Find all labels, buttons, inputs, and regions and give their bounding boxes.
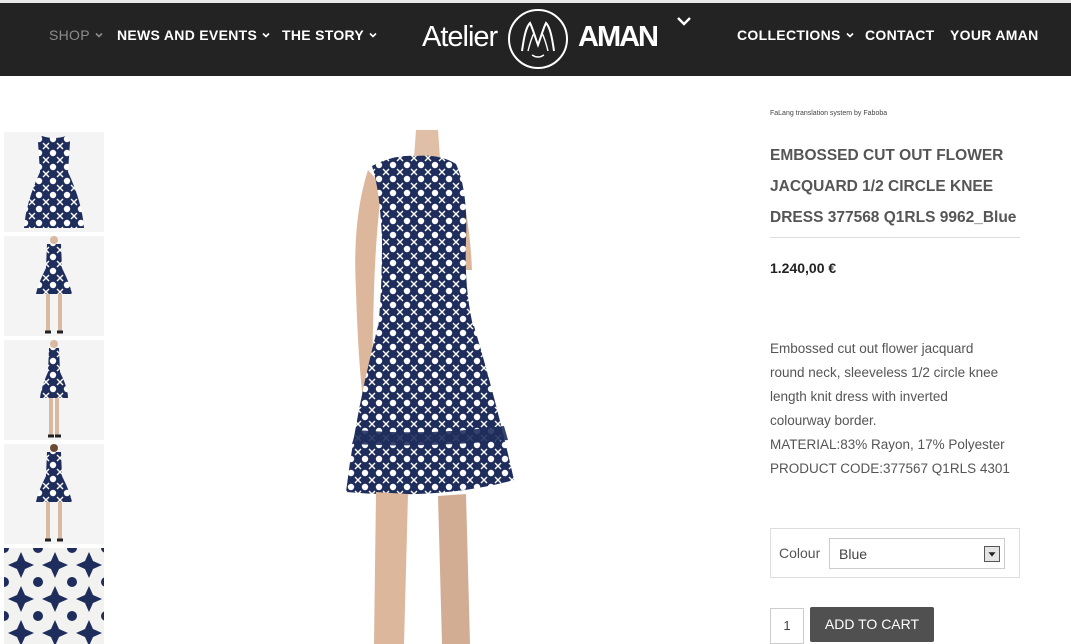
product-description: Embossed cut out flower jacquard round n… bbox=[770, 337, 1030, 481]
nav-contact[interactable]: CONTACT bbox=[865, 27, 935, 43]
chevron-down-icon bbox=[846, 32, 854, 38]
translation-credit[interactable]: FaLang translation system by Faboba bbox=[770, 110, 887, 117]
description-line: colourway border. bbox=[770, 413, 877, 428]
description-line: PRODUCT CODE:377567 Q1RLS 4301 bbox=[770, 461, 1010, 476]
nav-shop-label: SHOP bbox=[49, 27, 90, 43]
quantity-input[interactable]: 1 bbox=[770, 608, 804, 644]
logo-monogram-icon bbox=[508, 9, 568, 69]
product-thumbnail[interactable] bbox=[4, 132, 104, 232]
dress-thumbnail-image bbox=[24, 136, 84, 228]
product-title-line: DRESS 377568 Q1RLS 9962_Blue bbox=[770, 209, 1017, 226]
nav-story-label: THE STORY bbox=[282, 27, 365, 43]
product-title-line: EMBOSSED CUT OUT FLOWER bbox=[770, 147, 1004, 164]
nav-collections[interactable]: COLLECTIONS bbox=[737, 27, 855, 43]
dropdown-arrow-icon[interactable] bbox=[984, 546, 1000, 562]
site-logo[interactable]: Atelier AMAN bbox=[422, 7, 662, 73]
colour-option-box: Colour Blue bbox=[770, 528, 1020, 578]
logo-text-left: Atelier bbox=[422, 21, 498, 53]
model-back-thumbnail-image bbox=[36, 444, 72, 542]
add-to-cart-button[interactable]: ADD TO CART bbox=[810, 607, 934, 642]
chevron-down-icon bbox=[262, 32, 270, 38]
nav-news-and-events[interactable]: NEWS AND EVENTS bbox=[117, 27, 271, 43]
model-side-thumbnail-image bbox=[40, 340, 68, 438]
nav-shop[interactable]: SHOP bbox=[49, 27, 104, 43]
quantity-value: 1 bbox=[783, 618, 791, 633]
product-main-image[interactable] bbox=[120, 130, 740, 644]
description-line: length knit dress with inverted bbox=[770, 389, 948, 404]
nav-the-story[interactable]: THE STORY bbox=[282, 27, 378, 43]
product-thumbnail[interactable] bbox=[4, 236, 104, 336]
dress-model-image bbox=[346, 130, 514, 644]
nav-your-aman[interactable]: YOUR AMAN bbox=[950, 27, 1039, 43]
colour-label: Colour bbox=[779, 545, 821, 561]
colour-select[interactable]: Blue bbox=[829, 538, 1005, 569]
nav-contact-label: CONTACT bbox=[865, 27, 935, 43]
product-title-line: JACQUARD 1/2 CIRCLE KNEE bbox=[770, 178, 994, 195]
description-line: Embossed cut out flower jacquard bbox=[770, 341, 974, 356]
nav-collections-label: COLLECTIONS bbox=[737, 27, 841, 43]
product-thumbnail[interactable] bbox=[4, 340, 104, 440]
colour-select-value: Blue bbox=[839, 546, 868, 562]
product-title: EMBOSSED CUT OUT FLOWER JACQUARD 1/2 CIR… bbox=[770, 140, 1020, 233]
site-header: SHOP NEWS AND EVENTS THE STORY Atelier A… bbox=[0, 0, 1071, 76]
fabric-detail-thumbnail-image bbox=[4, 548, 104, 644]
chevron-down-icon bbox=[369, 32, 377, 38]
product-thumbnail[interactable] bbox=[4, 444, 104, 544]
chevron-down-icon bbox=[95, 32, 103, 38]
description-line: round neck, sleeveless 1/2 circle knee bbox=[770, 365, 999, 380]
product-price: 1.240,00 € bbox=[770, 260, 837, 276]
nav-news-label: NEWS AND EVENTS bbox=[117, 27, 258, 43]
nav-your-aman-label: YOUR AMAN bbox=[950, 27, 1039, 43]
description-line: MATERIAL:83% Rayon, 17% Polyester bbox=[770, 437, 1005, 452]
chevron-down-icon[interactable] bbox=[676, 15, 692, 27]
model-thumbnail-image bbox=[36, 236, 72, 334]
product-thumbnail[interactable] bbox=[4, 548, 104, 644]
title-divider bbox=[770, 237, 1020, 238]
logo-text-right: AMAN bbox=[578, 21, 659, 53]
